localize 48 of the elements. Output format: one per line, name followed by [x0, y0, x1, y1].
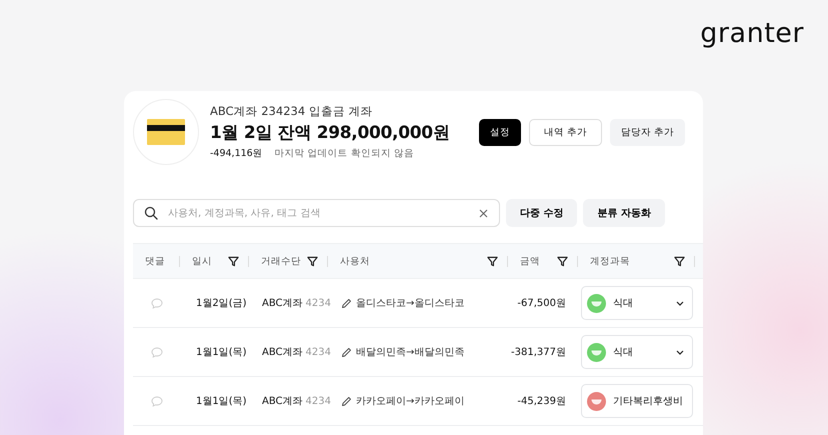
filter-icon[interactable]	[307, 256, 318, 266]
category-select[interactable]: 식대	[581, 335, 693, 369]
column-header: 일시	[192, 254, 212, 268]
action-button[interactable]: 다중 수정	[506, 199, 578, 227]
filter-icon[interactable]	[557, 256, 568, 266]
chevron-icon	[676, 300, 684, 306]
chevron-icon	[676, 350, 684, 354]
payment-method: ABC계좌	[262, 395, 303, 408]
payment-method: ABC계좌	[262, 297, 303, 310]
amount-cell-text: -381,377원	[511, 346, 566, 359]
header-button[interactable]: 설정	[479, 118, 521, 146]
column-header: 거래수단	[261, 254, 301, 268]
date-cell-text: 1월2일(금)	[196, 297, 247, 310]
date-cell-text: 1월1일(목)	[196, 395, 247, 408]
clear-icon[interactable]	[479, 209, 488, 218]
balance-change: -494,116원	[210, 147, 263, 160]
merchant-cell-text: 카카오페이→카카오페이	[356, 395, 464, 408]
balance-title: 1월 2일 잔액 298,000,000원	[210, 122, 450, 145]
account-number: 4234	[306, 396, 331, 406]
search-icon	[144, 206, 158, 220]
column-header: 금액	[520, 254, 540, 268]
search-field[interactable]: 사용처, 계정과목, 사유, 태그 검색	[133, 199, 500, 227]
filter-icon[interactable]	[674, 256, 685, 266]
column-header: 사용처	[340, 254, 370, 268]
credit-card-icon	[147, 119, 185, 145]
account-name: ABC계좌 234234 입출금 계좌	[210, 104, 374, 119]
logo: granter	[700, 17, 804, 51]
date-cell-text: 1월1일(목)	[196, 346, 247, 359]
account-number: 4234	[306, 346, 331, 358]
account-number: 4234	[306, 298, 331, 308]
header-button[interactable]: 담당자 추가	[610, 118, 686, 146]
amount-cell-text: -45,239원	[517, 395, 566, 408]
update-status: 마지막 업데이트 확인되지 않음	[274, 147, 414, 160]
column-header: 계정과목	[590, 254, 630, 268]
pencil-icon[interactable]	[341, 396, 352, 406]
payment-method: ABC계좌	[262, 346, 303, 359]
column-header: 댓글	[145, 254, 165, 268]
action-button[interactable]: 분류 자동화	[583, 199, 665, 227]
merchant-cell-text: 올디스타코→올디스타코	[356, 297, 464, 310]
filter-icon[interactable]	[228, 256, 239, 266]
filter-icon[interactable]	[487, 256, 498, 266]
category-select[interactable]: 기타복리후생비	[581, 384, 693, 418]
merchant-cell-text: 배달의민족→배달의민족	[356, 346, 464, 359]
amount-cell-text: -67,500원	[517, 297, 566, 310]
header-button[interactable]: 내역 추가	[529, 118, 602, 146]
pencil-icon[interactable]	[341, 346, 352, 358]
category-select[interactable]: 식대	[581, 286, 693, 320]
pencil-icon[interactable]	[341, 298, 352, 308]
